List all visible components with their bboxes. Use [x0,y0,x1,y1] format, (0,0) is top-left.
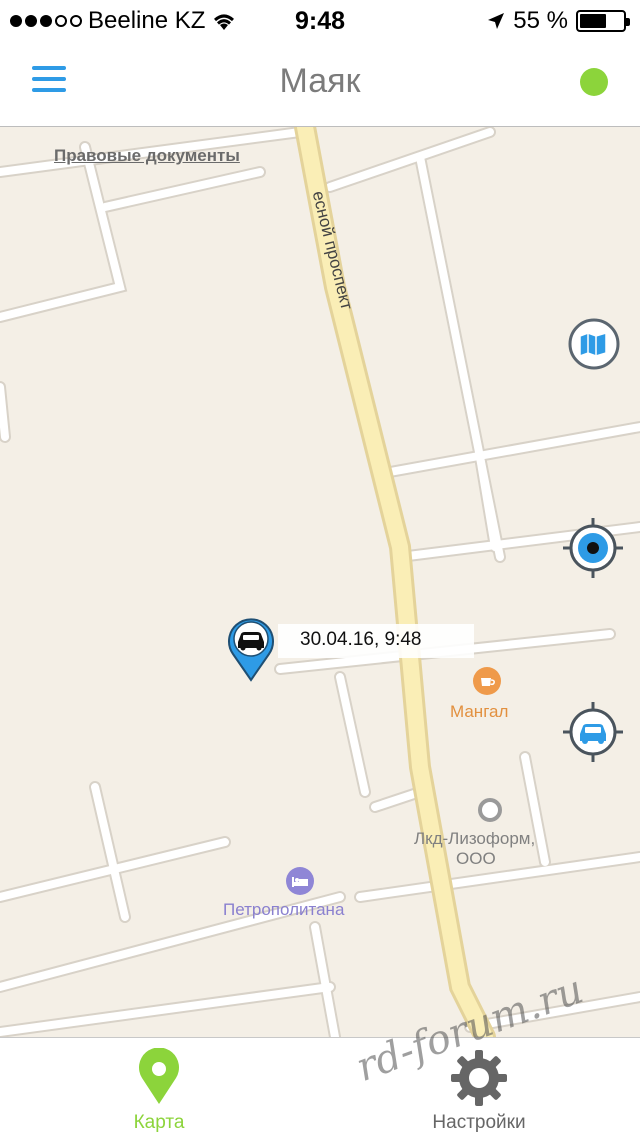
battery-percent: 55 % [513,7,568,34]
car-timestamp-callout: 30.04.16, 9:48 [278,624,474,658]
tab-bar: Карта Настройки [0,1037,640,1136]
map-layers-icon [568,318,620,370]
poi-label-petropolitana: Петрополитана [223,900,345,919]
hotel-icon[interactable] [286,867,314,895]
tab-map[interactable]: Карта [59,1038,259,1136]
nav-bar: Маяк [0,40,640,127]
page-title: Маяк [279,62,361,100]
poi-label-mangal: Мангал [450,702,509,721]
status-bar: Beeline KZ 9:48 55 % [0,0,640,40]
map-type-button[interactable] [562,312,626,376]
tab-map-label: Карта [133,1112,185,1133]
locate-car-button[interactable] [561,700,625,764]
locate-me-icon [563,518,623,578]
map-pin-icon [139,1048,179,1104]
map-view[interactable]: Правовые документы есной проспект Мангал… [0,127,640,1037]
poi-label-lkd: Лкд-Лизоформ, [414,829,536,848]
tab-settings-label: Настройки [432,1112,526,1133]
car-marker[interactable] [226,616,276,682]
gear-icon [451,1050,507,1106]
poi-label-lkd-line2: ООО [456,849,496,868]
connection-status-indicator [580,68,608,96]
battery-icon [576,10,630,32]
legal-documents-link[interactable]: Правовые документы [54,146,240,166]
location-arrow-icon [488,13,505,29]
locate-car-icon [563,702,623,762]
cafe-icon[interactable] [473,667,501,695]
car-pin-icon [228,618,274,682]
tab-settings[interactable]: Настройки [379,1038,579,1136]
place-icon[interactable] [478,798,502,822]
my-location-button[interactable] [561,516,625,580]
status-right: 55 % [487,7,630,35]
